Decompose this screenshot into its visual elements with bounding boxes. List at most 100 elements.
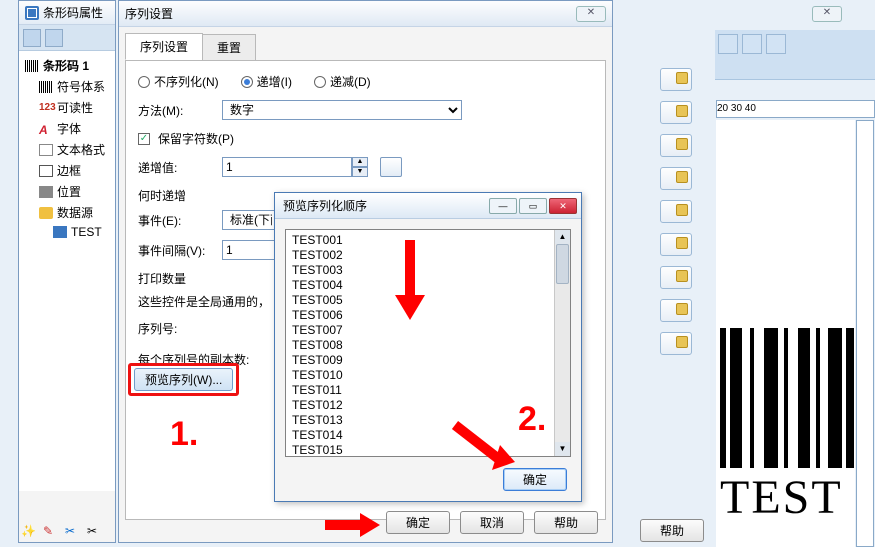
incval-label: 递增值: [138,159,214,176]
tree-label: 文本格式 [57,141,105,158]
tree-item-test[interactable]: TEST [21,223,113,241]
side-action-5[interactable] [660,200,692,223]
side-action-6[interactable] [660,233,692,256]
seq-cancel-button[interactable]: 取消 [460,511,524,534]
side-action-7[interactable] [660,266,692,289]
preview-title: 预览序列化顺序 [283,197,367,214]
tab-reset[interactable]: 重置 [202,34,256,61]
method-select[interactable]: 数字 [222,100,462,120]
barcode-text: TEST [720,470,870,525]
tree-label: 边框 [57,162,81,179]
doc-icon [53,226,67,238]
radio-increment[interactable]: 递增(I) [241,73,292,90]
sequence-close[interactable]: ✕ [576,6,606,22]
annotation-arrow-2 [450,420,520,478]
tree-label: 符号体系 [57,78,105,95]
radio-none[interactable]: 不序列化(N) [138,73,219,90]
properties-tree[interactable]: 条形码 1 符号体系 123 可读性 A 字体 文本格式 边框 位置 数据源 TES… [19,51,115,491]
preview-dialog: 预览序列化顺序 — ▭ ✕ TEST001 TEST002 TEST003 TE… [274,192,582,502]
list-item[interactable]: TEST009 [292,353,564,368]
border-icon [39,165,53,177]
preserve-checkbox[interactable] [138,133,150,145]
barcode-icon [25,60,39,72]
properties-title: 条形码属性 [43,4,103,21]
list-item[interactable]: TEST011 [292,383,564,398]
sequence-title: 序列设置 [125,5,173,22]
preview-titlebar[interactable]: 预览序列化顺序 — ▭ ✕ [275,193,581,219]
tree-label: 字体 [57,120,81,137]
method-label: 方法(M): [138,102,214,119]
side-action-column [660,68,692,355]
radio-decrement[interactable]: 递减(D) [314,73,371,90]
tree-label: 可读性 [57,99,93,116]
tree-item-position[interactable]: 位置 [21,181,113,202]
incval-extra-button[interactable] [380,157,402,177]
radio-label: 不序列化(N) [154,73,219,90]
tree-item-font[interactable]: A 字体 [21,118,113,139]
textformat-icon [39,144,53,156]
tree-item-border[interactable]: 边框 [21,160,113,181]
annotation-1: 1. [170,415,198,454]
ruler-horizontal: 20 30 40 [716,100,875,118]
app-icon [25,6,39,20]
scroll-down[interactable]: ▼ [555,442,570,456]
annotation-arrow-ok [325,510,380,543]
interval-label: 事件间隔(V): [138,242,214,259]
tree-root[interactable]: 条形码 1 [21,55,113,76]
tree-label: 数据源 [57,204,93,221]
n123-icon: 123 [39,102,53,114]
paint-icon[interactable]: ✎ [43,524,59,540]
tree-item-datasource[interactable]: 数据源 [21,202,113,223]
spin-down[interactable]: ▼ [352,167,368,177]
preserve-label: 保留字符数(P) [158,130,234,147]
side-action-3[interactable] [660,134,692,157]
barcode-bars [720,328,870,468]
font-icon: A [39,123,53,135]
annotation-highlight-1: 预览序列(W)... [128,363,239,396]
event-label: 事件(E): [138,212,214,229]
tree-item-readability[interactable]: 123 可读性 [21,97,113,118]
radio-label: 递减(D) [330,73,371,90]
preview-max[interactable]: ▭ [519,198,547,214]
properties-toolbar [19,25,115,51]
side-action-2[interactable] [660,101,692,124]
wizard-icon[interactable]: ✨ [21,524,37,540]
annotation-2: 2. [518,400,546,439]
incval-input[interactable] [222,157,352,177]
list-item[interactable]: TEST007 [292,323,564,338]
seq-help-button[interactable]: 帮助 [534,511,598,534]
side-action-9[interactable] [660,332,692,355]
list-item[interactable]: TEST015 [292,443,564,457]
seq-ok-button[interactable]: 确定 [386,511,450,534]
bottom-tools: ✨ ✎ ✂ ✂ [21,524,103,540]
properties-dialog: 条形码属性 条形码 1 符号体系 123 可读性 A 字体 文本格式 边框 位置 数… [18,0,116,543]
scroll-up[interactable]: ▲ [555,230,570,244]
preview-close[interactable]: ✕ [549,198,577,214]
tree-item-symbology[interactable]: 符号体系 [21,76,113,97]
tree-label: 位置 [57,183,81,200]
listbox-scrollbar[interactable]: ▲ ▼ [554,230,570,456]
bg-dialog-close[interactable]: ✕ [812,6,842,22]
tab-sequence[interactable]: 序列设置 [125,33,203,60]
list-item[interactable]: TEST008 [292,338,564,353]
barcode-preview[interactable]: TEST [720,328,870,525]
tool-a[interactable] [23,29,41,47]
preview-min[interactable]: — [489,198,517,214]
properties-titlebar[interactable]: 条形码属性 [19,1,115,25]
side-action-1[interactable] [660,68,692,91]
tree-root-label: 条形码 1 [43,57,89,74]
interval-input[interactable] [222,240,282,260]
list-item[interactable]: TEST010 [292,368,564,383]
side-action-4[interactable] [660,167,692,190]
spin-up[interactable]: ▲ [352,157,368,167]
scroll-thumb[interactable] [556,244,569,284]
preview-sequence-button[interactable]: 预览序列(W)... [134,368,233,391]
bg-help-button[interactable]: 帮助 [640,519,704,542]
scissors-icon[interactable]: ✂ [87,524,103,540]
side-action-8[interactable] [660,299,692,322]
cut-icon[interactable]: ✂ [65,524,81,540]
sequence-titlebar[interactable]: 序列设置 ✕ [119,1,612,27]
tree-item-textformat[interactable]: 文本格式 [21,139,113,160]
position-icon [39,186,53,198]
tool-b[interactable] [45,29,63,47]
